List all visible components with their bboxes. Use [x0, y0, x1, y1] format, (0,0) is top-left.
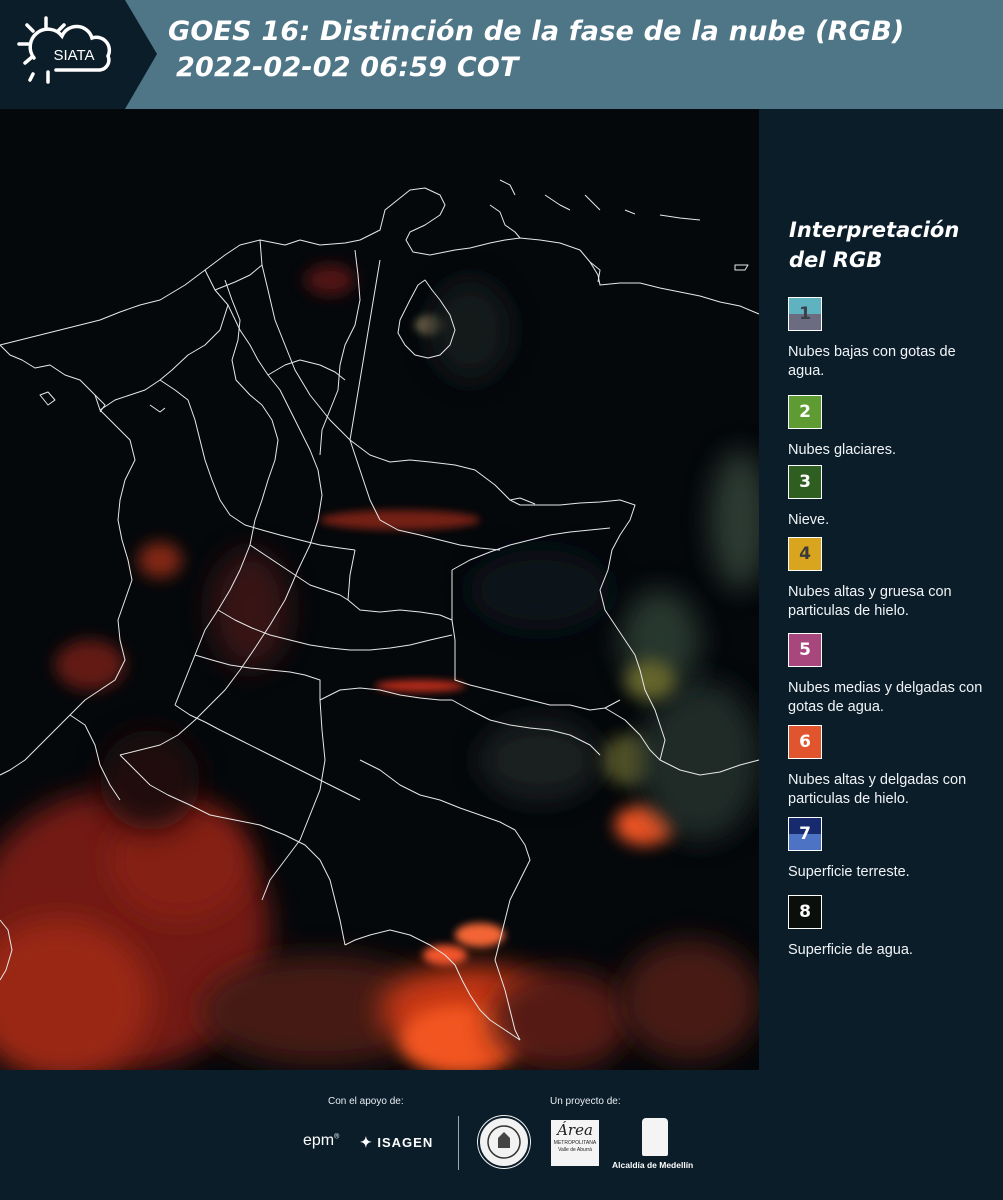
- support-label: Con el apoyo de:: [328, 1096, 404, 1107]
- isagen-icon: ✦: [360, 1134, 373, 1150]
- legend-label: Nubes altas y gruesa con particulas de h…: [788, 584, 952, 619]
- legend-swatch: 3: [788, 465, 822, 499]
- footer: Con el apoyo de: Un proyecto de: epm® ✦ …: [0, 1070, 1003, 1200]
- amva-sub-2: Valle de Aburrá: [558, 1147, 592, 1153]
- page-title: GOES 16: Distinción de la fase de la nub…: [168, 14, 904, 86]
- legend-item-5: 5 Nubes medias y delgadas con gotas de ag…: [788, 633, 982, 715]
- legend-item-8: 8 Superficie de agua.: [788, 895, 913, 958]
- title-line-1: GOES 16: Distinción de la fase de la nub…: [168, 16, 905, 47]
- legend-swatch: 4: [788, 537, 822, 571]
- legend-label: Nieve.: [788, 512, 830, 528]
- amva-sub-1: METROPOLITANA: [553, 1140, 597, 1146]
- legend-item-1: 1 Nubes bajas con gotas de agua.: [788, 297, 956, 379]
- siata-logo: SIATA: [0, 0, 157, 109]
- legend-label: Nubes glaciares.: [788, 442, 896, 458]
- legend-swatch: 8: [788, 895, 822, 929]
- legend-label: Superficie de agua.: [788, 942, 913, 958]
- legend-label: Superficie terreste.: [788, 864, 910, 880]
- legend-swatch: 1: [788, 297, 822, 331]
- project-label: Un proyecto de:: [550, 1096, 621, 1107]
- legend-item-4: 4 Nubes altas y gruesa con particulas de …: [788, 537, 952, 619]
- legend-title: Interpretación del RGB: [789, 215, 959, 275]
- title-line-2: 2022-02-02 06:59 COT: [176, 52, 519, 83]
- legend-item-6: 6 Nubes altas y delgadas con particulas d…: [788, 725, 966, 807]
- epm-logo: epm®: [303, 1132, 340, 1149]
- alcaldia-shield-icon: [642, 1118, 668, 1156]
- isagen-text: ISAGEN: [377, 1135, 434, 1150]
- legend-swatch: 7: [788, 817, 822, 851]
- alcaldia-text: Alcaldía de Medellín: [612, 1160, 694, 1170]
- satellite-map: [0, 109, 759, 1070]
- svg-text:SIATA: SIATA: [53, 47, 94, 64]
- amva-logo: Área METROPOLITANA Valle de Aburrá: [551, 1120, 599, 1166]
- legend-item-2: 2 Nubes glaciares.: [788, 395, 896, 458]
- legend-title-line-1: Interpretación: [789, 218, 960, 242]
- isagen-logo: ✦ ISAGEN: [360, 1134, 433, 1151]
- legend-item-7: 7 Superficie terreste.: [788, 817, 910, 880]
- legend-swatch: 2: [788, 395, 822, 429]
- legend-label: Nubes altas y delgadas con particulas de…: [788, 772, 967, 807]
- footer-divider: [458, 1116, 459, 1170]
- legend-swatch: 5: [788, 633, 822, 667]
- legend-item-3: 3 Nieve.: [788, 465, 829, 528]
- legend-label: Nubes bajas con gotas de agua.: [788, 344, 956, 379]
- legend-swatch: 6: [788, 725, 822, 759]
- legend-title-line-2: del RGB: [789, 248, 883, 272]
- header-bar: SIATA GOES 16: Distinción de la fase de …: [0, 0, 1003, 109]
- medellin-seal-icon: [478, 1116, 530, 1168]
- epm-text: epm: [303, 1132, 335, 1149]
- legend-panel: Interpretación del RGB 1 Nubes bajas con …: [759, 109, 1003, 1070]
- amva-name: Área: [557, 1121, 593, 1139]
- legend-label: Nubes medias y delgadas con gotas de agu…: [788, 680, 983, 715]
